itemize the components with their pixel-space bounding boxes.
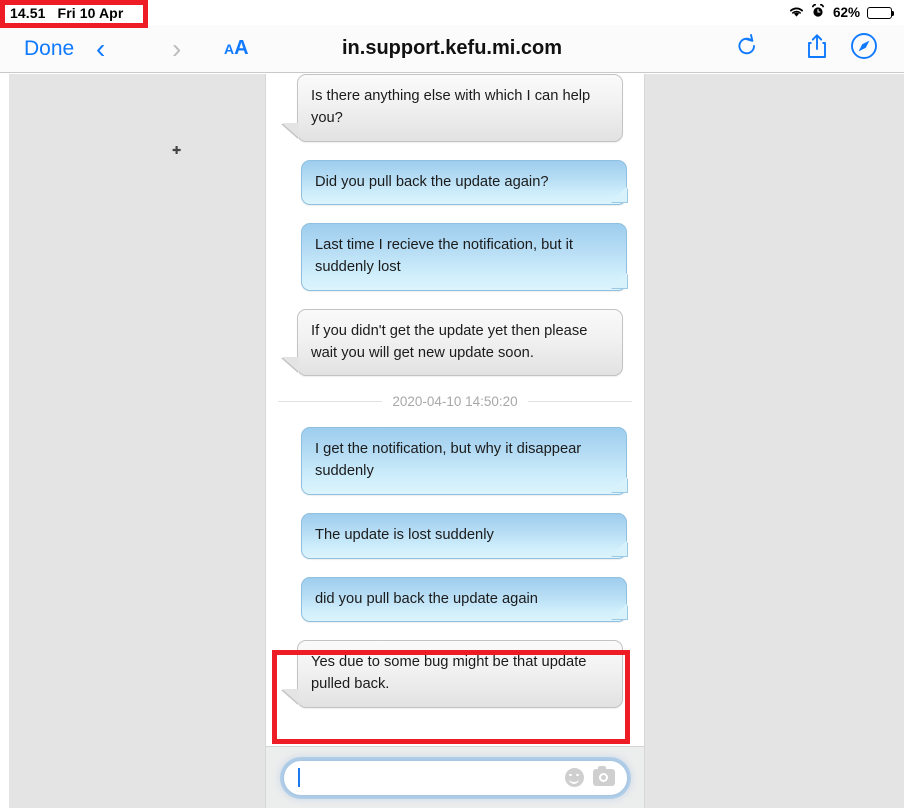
divider-line-right bbox=[527, 401, 633, 403]
battery-percent-label: 62% bbox=[832, 5, 860, 20]
reload-icon[interactable] bbox=[735, 34, 759, 63]
divider-line-left bbox=[278, 401, 383, 403]
chat-message-list[interactable]: Is there anything else with which I can … bbox=[266, 74, 644, 746]
emoji-smiley-icon[interactable] bbox=[564, 768, 584, 787]
text-caret bbox=[297, 768, 300, 787]
share-icon[interactable] bbox=[805, 33, 829, 64]
user-message: The update is lost suddenly bbox=[278, 512, 632, 559]
message-bubble: did you pull back the update again bbox=[301, 576, 627, 623]
user-message: Did you pull back the update again? bbox=[278, 159, 632, 206]
bubble-tail bbox=[610, 604, 627, 620]
agent-message: If you didn't get the update yet then pl… bbox=[278, 308, 632, 377]
cursor-crosshair: ✚ bbox=[172, 145, 182, 157]
web-page-viewport: Is there anything else with which I can … bbox=[0, 74, 904, 808]
message-composer bbox=[266, 746, 644, 808]
wifi-icon bbox=[788, 5, 805, 21]
status-bar-left: 14.51 Fri 10 Apr bbox=[10, 5, 123, 21]
back-button[interactable]: ‹ bbox=[96, 34, 105, 63]
status-bar: 14.51 Fri 10 Apr 62% bbox=[0, 0, 904, 25]
page-right-gray-area bbox=[645, 74, 904, 808]
message-bubble: Is there anything else with which I can … bbox=[297, 74, 623, 142]
battery-icon bbox=[867, 6, 895, 19]
status-bar-right: 62% bbox=[788, 3, 895, 21]
message-bubble: If you didn't get the update yet then pl… bbox=[297, 308, 623, 377]
timestamp-label: 2020-04-10 14:50:20 bbox=[392, 394, 518, 410]
bubble-tail bbox=[610, 476, 627, 492]
alarm-clock-icon bbox=[811, 3, 825, 21]
text-size-large-a: A bbox=[234, 37, 249, 59]
done-button[interactable]: Done bbox=[24, 37, 74, 61]
text-size-button[interactable]: AA bbox=[224, 37, 249, 60]
safari-compass-icon[interactable] bbox=[850, 32, 878, 65]
bubble-tail bbox=[610, 187, 627, 203]
address-bar-url[interactable]: in.support.kefu.mi.com bbox=[0, 37, 904, 60]
agent-message: Is there anything else with which I can … bbox=[278, 74, 632, 142]
message-bubble: Did you pull back the update again? bbox=[301, 159, 627, 206]
message-bubble: I get the notification, but why it disap… bbox=[301, 427, 627, 495]
composer-icon-group bbox=[564, 765, 615, 787]
message-bubble: Last time I recieve the notification, bu… bbox=[301, 223, 627, 291]
user-message: I get the notification, but why it disap… bbox=[278, 427, 632, 495]
chat-column: Is there anything else with which I can … bbox=[265, 74, 645, 808]
message-input[interactable] bbox=[282, 759, 628, 796]
forward-button[interactable]: › bbox=[172, 34, 181, 63]
user-message: Last time I recieve the notification, bu… bbox=[278, 223, 632, 291]
message-bubble: The update is lost suddenly bbox=[301, 512, 627, 559]
message-bubble: Yes due to some bug might be that update… bbox=[297, 640, 623, 708]
bubble-tail bbox=[282, 357, 299, 373]
status-bar-time: 14.51 bbox=[10, 4, 46, 21]
agent-message: Yes due to some bug might be that update… bbox=[278, 640, 632, 708]
browser-toolbar: Done ‹ › AA in.support.kefu.mi.com bbox=[0, 25, 904, 73]
bubble-tail bbox=[282, 688, 299, 704]
status-bar-date: Fri 10 Apr bbox=[57, 4, 124, 21]
bubble-tail bbox=[610, 272, 627, 288]
camera-icon[interactable] bbox=[592, 765, 615, 786]
bubble-tail bbox=[282, 122, 299, 138]
bubble-tail bbox=[610, 540, 627, 556]
timestamp-divider: 2020-04-10 14:50:20 bbox=[278, 394, 633, 410]
text-size-small-a: A bbox=[224, 41, 235, 57]
page-left-white-strip bbox=[0, 74, 9, 808]
user-message: did you pull back the update again bbox=[278, 576, 632, 623]
